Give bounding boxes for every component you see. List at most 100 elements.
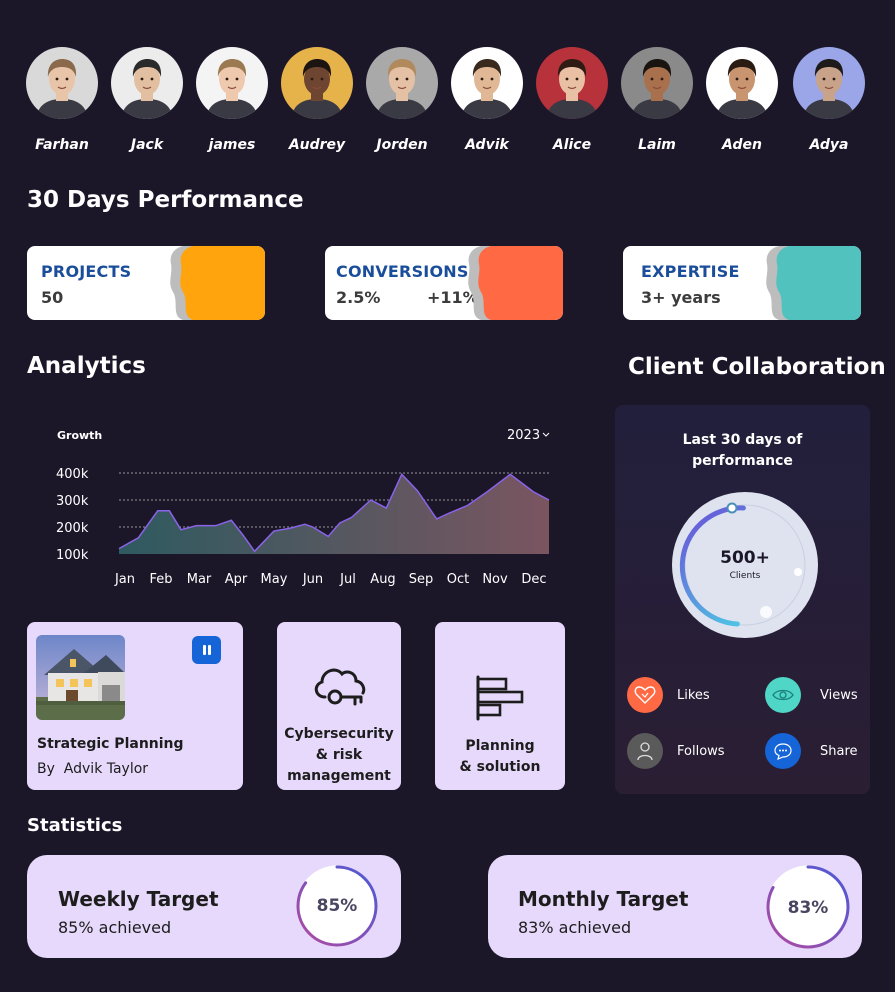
card-title: Strategic Planning [37, 736, 184, 752]
avatar [111, 47, 183, 119]
person-name: Audrey [288, 137, 346, 153]
person-5[interactable]: Advik [451, 47, 523, 153]
person-name: Jorden [376, 137, 428, 153]
year-selector[interactable]: 2023 [507, 428, 550, 443]
monthly-progress-value: 83% [787, 898, 829, 918]
growth-chart: Growth 2023 400k 300k 200k 100k Jan Feb Mar Ap… [50, 420, 570, 595]
y-tick-label: 400k [56, 467, 89, 482]
collab-panel-title-line2: performance [692, 453, 793, 469]
metric-share[interactable]: Share [765, 733, 858, 769]
house-image [36, 635, 125, 720]
metric-views-label: Views [820, 687, 858, 703]
expertise-card[interactable]: EXPERTISE 3+ years [623, 246, 861, 320]
client-collab-panel: Last 30 days of performance 500+ Clients… [615, 405, 870, 794]
person-0[interactable]: Farhan [26, 47, 98, 153]
conversions-card[interactable]: CONVERSIONS 2.5% +11% [325, 246, 563, 320]
cybersecurity-card[interactable]: Cybersecurity & risk management [277, 622, 401, 790]
conversions-accent-shape [468, 246, 563, 320]
collab-title: Client Collaboration [628, 354, 886, 380]
person-name: james [208, 137, 256, 153]
x-tick-label: May [261, 572, 288, 587]
y-tick-label: 200k [56, 521, 89, 536]
card-author: By Advik Taylor [37, 761, 148, 777]
person-4[interactable]: Jorden [366, 47, 438, 153]
avatar [281, 47, 353, 119]
weekly-target-title: Weekly Target [58, 887, 219, 911]
by-label: By [37, 761, 55, 777]
clients-value: 500+ [720, 548, 770, 568]
person-2[interactable]: james [196, 47, 268, 153]
person-name: Advik [465, 137, 509, 153]
cybersecurity-line2: & risk [315, 747, 363, 763]
person-3[interactable]: Audrey [281, 47, 353, 153]
person-name: Aden [722, 137, 762, 153]
user-icon [627, 733, 663, 769]
metric-likes[interactable]: Likes [627, 677, 710, 713]
planning-line2: & solution [459, 759, 541, 775]
avatar [451, 47, 523, 119]
x-tick-label: Dec [521, 572, 546, 587]
x-tick-label: Aug [370, 572, 395, 587]
person-6[interactable]: Alice [536, 47, 608, 153]
weekly-progress-value: 85% [316, 896, 358, 916]
avatar [706, 47, 778, 119]
collab-panel-title: Last 30 days of performance [615, 430, 870, 472]
x-tick-label: Jan [114, 572, 135, 587]
expertise-label: EXPERTISE [641, 262, 740, 281]
planning-solution-card[interactable]: Planning & solution [435, 622, 565, 790]
conversions-label: CONVERSIONS [336, 262, 469, 281]
chart-title: Growth [57, 429, 102, 442]
performance-title: 30 Days Performance [27, 187, 304, 213]
cybersecurity-line1: Cybersecurity [284, 726, 394, 742]
clients-ring: 500+ Clients [672, 492, 818, 638]
eye-icon [765, 677, 801, 713]
chat-icon [765, 733, 801, 769]
person-name: Alice [552, 137, 592, 153]
avatar [26, 47, 98, 119]
weekly-target-card[interactable]: Weekly Target 85% achieved 85% [27, 855, 401, 958]
person-8[interactable]: Aden [706, 47, 778, 153]
x-tick-label: Feb [149, 572, 172, 587]
cybersecurity-label: Cybersecurity & risk management [277, 724, 401, 787]
heart-icon [627, 677, 663, 713]
x-tick-label: Jun [302, 572, 323, 587]
person-name: Farhan [35, 137, 89, 153]
metric-follows-label: Follows [677, 743, 725, 759]
projects-card[interactable]: PROJECTS 50 [27, 246, 265, 320]
metric-views[interactable]: Views [765, 677, 858, 713]
person-name: Jack [130, 137, 164, 153]
monthly-target-sub: 83% achieved [518, 918, 632, 937]
y-tick-label: 300k [56, 494, 89, 509]
cloud-key-icon [314, 668, 366, 706]
avatar [196, 47, 268, 119]
person-7[interactable]: Laim [621, 47, 693, 153]
monthly-target-title: Monthly Target [518, 887, 689, 911]
x-tick-label: Nov [482, 572, 508, 587]
person-1[interactable]: Jack [111, 47, 183, 153]
projects-accent-shape [170, 246, 265, 320]
x-tick-label: Mar [187, 572, 212, 587]
metric-follows[interactable]: Follows [627, 733, 725, 769]
metric-share-label: Share [820, 743, 858, 759]
avatar [366, 47, 438, 119]
growth-chart-svg: Growth 2023 400k 300k 200k 100k Jan Feb Mar Ap… [56, 428, 550, 587]
monthly-target-card[interactable]: Monthly Target 83% achieved 83% [488, 855, 862, 958]
planning-line1: Planning [465, 738, 535, 754]
gantt-chart-icon [476, 675, 524, 721]
avatar [536, 47, 608, 119]
planning-label: Planning & solution [435, 736, 565, 778]
x-tick-label: Sep [409, 572, 434, 587]
person-name: Adya [809, 137, 849, 153]
strategic-planning-card[interactable]: Strategic Planning By Advik Taylor [27, 622, 243, 790]
projects-label: PROJECTS [41, 262, 132, 281]
pause-button[interactable] [192, 636, 221, 664]
x-tick-label: Oct [447, 572, 469, 587]
avatar [793, 47, 865, 119]
author-name: Advik Taylor [63, 761, 149, 777]
person-9[interactable]: Adya [793, 47, 865, 153]
conversions-value: 2.5% [336, 288, 381, 307]
weekly-target-sub: 85% achieved [58, 918, 172, 937]
cybersecurity-line3: management [287, 768, 391, 784]
expertise-accent-shape [766, 246, 861, 320]
avatar [621, 47, 693, 119]
